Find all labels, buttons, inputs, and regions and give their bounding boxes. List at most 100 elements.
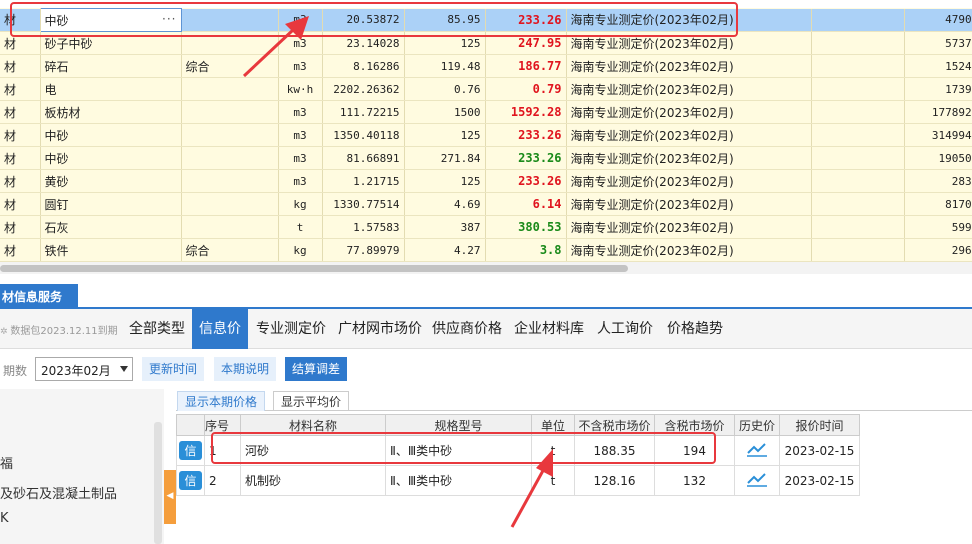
material-row[interactable]: 材 铁件 综合 kg 77.89979 4.27 3.8 海南专业测定价(2023年02月) 2… (0, 238, 972, 262)
cell-text: 1592.28 (510, 105, 562, 119)
cell-text: 599.65 (951, 220, 972, 234)
settle-button[interactable]: 结算调差 (285, 357, 348, 381)
cell-base-price: 119.48 (404, 54, 486, 78)
tab-2[interactable]: 专业测定价 (249, 309, 333, 349)
tab-4[interactable]: 供应商价格 (425, 309, 509, 349)
info-badge-text: 信 (179, 441, 202, 460)
tab-0[interactable]: 全部类型 (122, 309, 192, 349)
cell-text: 387 (460, 220, 481, 234)
cell-text: 0.76 (454, 82, 481, 96)
cell-text: 81.66891 (346, 151, 400, 165)
cell-text: 海南专业测定价(2023年02月) (570, 36, 734, 51)
cell-quantity: 1.57583 (322, 215, 405, 239)
cell-text: 海南专业测定价(2023年02月) (570, 128, 734, 143)
cell-empty (811, 123, 905, 147)
period-note-button[interactable]: 本期说明 (214, 357, 277, 381)
tab-5[interactable]: 企业材料库 (507, 309, 591, 349)
cell-spec (181, 123, 279, 147)
material-row[interactable]: 材 中砂 m3 81.66891 271.84 233.26 海南专业测定价(2023年02… (0, 146, 972, 170)
cell-type: 材 (0, 192, 41, 216)
cell-empty (811, 169, 905, 193)
cell-text: kg (293, 197, 307, 211)
cell-text: 材 (4, 82, 17, 97)
cell-text: 77.89979 (346, 243, 400, 257)
history-price[interactable] (734, 465, 780, 496)
cell-text: m3 (293, 174, 307, 188)
material-row[interactable]: 材 电 kw·h 2202.26362 0.76 0.79 海南专业测定价(2023年02月… (0, 77, 972, 101)
result-row[interactable]: 信 2 机制砂 Ⅱ、Ⅲ类中砂 t 128.16 132 2023-02-15 (176, 465, 860, 496)
update-time-button[interactable]: 更新时间 (142, 357, 205, 381)
unit-text: t (550, 473, 556, 488)
info-badge[interactable]: 信 (176, 435, 205, 466)
tab-7[interactable]: 价格趋势 (660, 309, 730, 349)
cell-text: 中砂 (44, 151, 69, 166)
cell-quantity: 1.21715 (322, 169, 405, 193)
cell-quantity: 111.72215 (322, 100, 405, 124)
material-row[interactable]: 材 碎石 综合 m3 8.16286 119.48 186.77 海南专业测定价(2023年0… (0, 54, 972, 78)
cell-empty (811, 238, 905, 262)
cell-text: 海南专业测定价(2023年02月) (570, 105, 734, 120)
period-toolbar: 期数 2023年02月 更新时间 本期说明 结算调差 (0, 350, 972, 388)
cell-spec (181, 169, 279, 193)
collapse-panel-toggle[interactable]: ◀ (164, 470, 176, 524)
cell-base-price: 387 (404, 215, 486, 239)
tab-3[interactable]: 广材网市场价 (331, 309, 429, 349)
cell-quantity: 1350.40118 (322, 123, 405, 147)
cell-market-price: 0.79 (485, 77, 567, 101)
scrollbar-thumb[interactable] (0, 265, 628, 272)
cell-type: 材 (0, 77, 41, 101)
tree-scrollbar[interactable] (154, 422, 162, 544)
cell-base-price: 271.84 (404, 146, 486, 170)
material-row[interactable]: 材 中砂 m3 1350.40118 125 233.26 海南专业测定价(2023年02月… (0, 123, 972, 147)
period-select[interactable]: 2023年02月 (35, 357, 133, 381)
cell-price-source: 海南专业测定价(2023年02月) (566, 100, 812, 124)
material-row[interactable]: 材 板枋材 m3 111.72215 1500 1592.28 海南专业测定价(2023年0… (0, 100, 972, 124)
horizontal-scrollbar[interactable] (0, 262, 972, 274)
cell-text: 380.53 (518, 220, 562, 234)
trend-chart-icon[interactable] (746, 441, 768, 457)
info-badge[interactable]: 信 (176, 465, 205, 496)
header-7[interactable]: 报价时间 (779, 414, 860, 436)
tab-6[interactable]: 人工询价 (590, 309, 660, 349)
cell-spec (181, 77, 279, 101)
cell-price-source: 海南专业测定价(2023年02月) (566, 146, 812, 170)
cell-text: m3 (293, 36, 307, 50)
trend-chart-icon[interactable] (746, 471, 768, 487)
tab-average-price[interactable]: 显示平均价 (273, 391, 350, 411)
cell-name: 碎石 (40, 54, 182, 78)
pre-tax-price: 128.16 (574, 465, 655, 496)
seq-text: 2 (209, 473, 217, 488)
cell-base-price: 125 (404, 169, 486, 193)
cell-empty (811, 77, 905, 101)
cell-text: 186.77 (518, 59, 562, 73)
cell-base-price: 4.27 (404, 238, 486, 262)
tree-item-concrete[interactable]: 及砂石及混凝土制品 (0, 483, 117, 502)
cell-market-price: 1592.28 (485, 100, 567, 124)
cell-text: 材 (4, 128, 17, 143)
cell-type: 材 (0, 100, 41, 124)
cell-text: 4.69 (454, 197, 481, 211)
material-grid: 材中砂 ··· m3 20.53872 85.95 233.26 海南专业测定价(2023年… (0, 8, 972, 262)
tab-current-price[interactable]: 显示本期价格 (177, 391, 266, 411)
cell-text: 材 (4, 174, 17, 189)
material-row[interactable]: 材 黄砂 m3 1.21715 125 233.26 海南专业测定价(2023年02月) 28… (0, 169, 972, 193)
cell-name: 铁件 (40, 238, 182, 262)
tab-1[interactable]: 信息价 (192, 309, 248, 349)
cell-quantity: 2202.26362 (322, 77, 405, 101)
cell-empty (811, 8, 905, 32)
cell-market-price: 380.53 (485, 215, 567, 239)
tree-item[interactable]: K (0, 511, 9, 526)
material-row[interactable]: 材 石灰 t 1.57583 387 380.53 海南专业测定价(2023年02月) 599… (0, 215, 972, 239)
cell-spec (181, 192, 279, 216)
cell-text: 2202.26362 (333, 82, 400, 96)
history-price[interactable] (734, 435, 780, 466)
material-info-service-tab[interactable]: 材信息服务 (0, 284, 78, 308)
material-name-text: 机制砂 (245, 474, 282, 488)
header-6[interactable]: 历史价 (734, 414, 780, 436)
tree-item[interactable]: 福 (0, 453, 13, 472)
price-result-panel: 显示本期价格 显示平均价 序号 材料名称 规格型号 单位 不含税市场价 含税市场价 历史价报… (176, 389, 972, 544)
period-label: 期数 (3, 364, 28, 378)
material-row[interactable]: 材 圆钉 kg 1330.77514 4.69 6.14 海南专业测定价(2023年02月)… (0, 192, 972, 216)
cell-name: 石灰 (40, 215, 182, 239)
info-badge-text: 信 (179, 471, 202, 490)
